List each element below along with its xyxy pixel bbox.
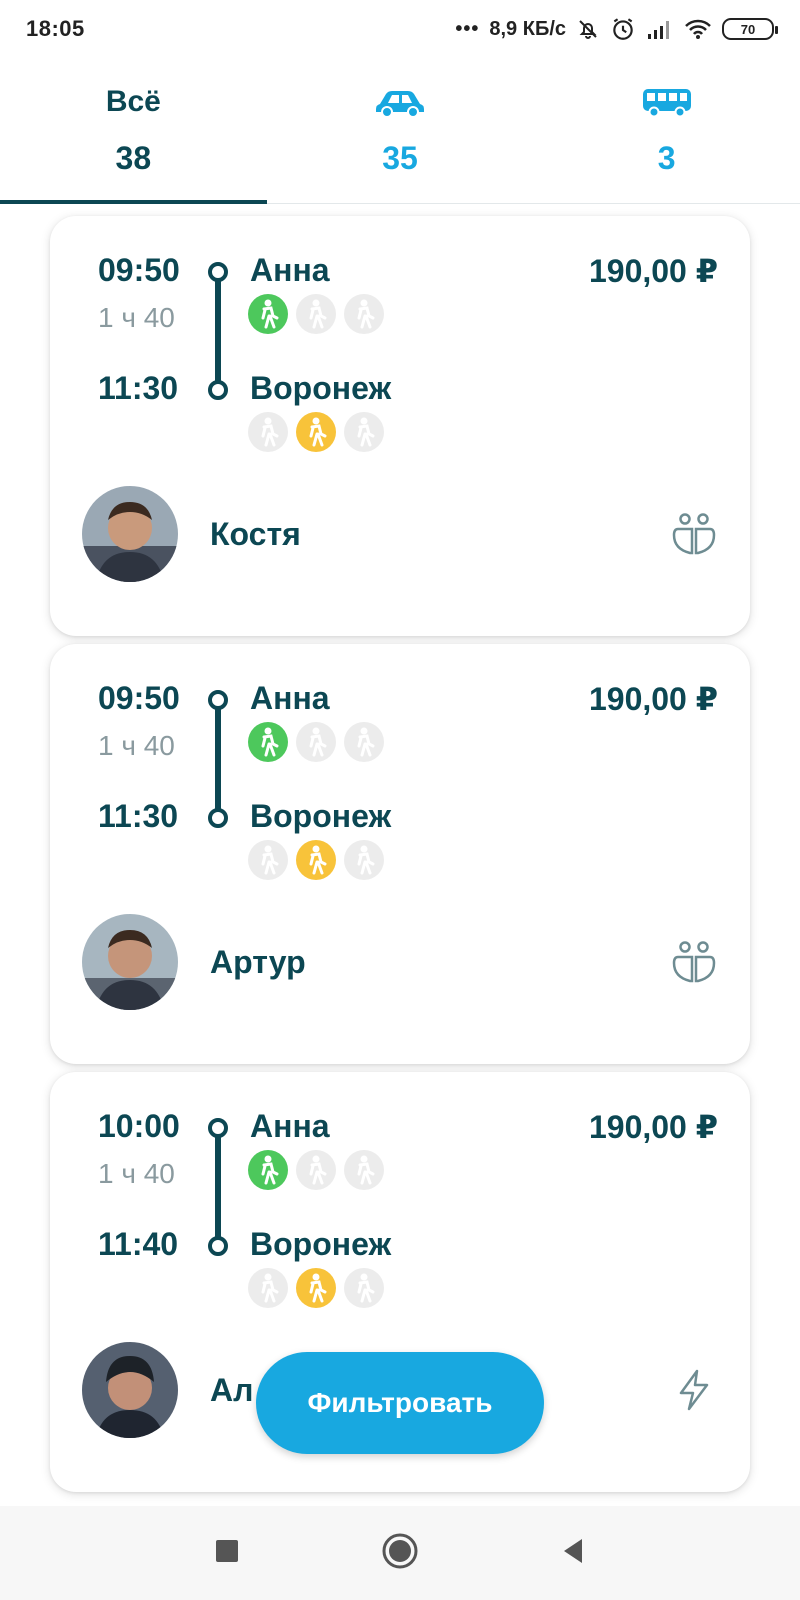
pedestrian-icon: [344, 840, 384, 880]
pedestrian-icon: [248, 840, 288, 880]
route-line: [215, 698, 221, 816]
trip-card[interactable]: 09:50 1 ч 40 11:30 Анна Воронеж 190,00 ₽…: [50, 216, 750, 636]
trip-card[interactable]: 09:50 1 ч 40 11:30 Анна Воронеж 190,00 ₽…: [50, 644, 750, 1064]
wifi-icon: [684, 18, 712, 40]
pedestrian-icon: [344, 1150, 384, 1190]
driver-name: Артур: [210, 944, 306, 980]
to-city: Воронеж: [250, 1226, 392, 1262]
arrival-time: 11:40: [98, 1226, 179, 1262]
home-button[interactable]: [370, 1523, 430, 1583]
departure-time: 10:00: [98, 1108, 180, 1144]
lightning-icon: [670, 1366, 718, 1414]
pedestrian-icon: [248, 412, 288, 452]
from-city: Анна: [250, 680, 330, 716]
mute-bell-icon: [576, 17, 600, 41]
trip-price: 190,00 ₽: [588, 1109, 718, 1145]
tab-bus[interactable]: 3: [533, 62, 800, 203]
trip-duration: 1 ч 40: [98, 730, 175, 761]
pedestrian-icon: [296, 1150, 336, 1190]
tab-car[interactable]: 35: [267, 62, 534, 203]
circle-icon: [381, 1532, 419, 1575]
car-icon: [374, 84, 426, 120]
driver-name: Ал: [210, 1372, 254, 1408]
driver-avatar: [82, 914, 178, 1010]
pedestrian-icon: [296, 840, 336, 880]
to-seats: [248, 412, 384, 452]
to-seats: [248, 840, 384, 880]
battery-icon: 70: [722, 18, 778, 40]
square-icon: [214, 1538, 240, 1569]
pedestrian-icon: [248, 1150, 288, 1190]
route-end-dot: [208, 380, 228, 400]
pedestrian-icon: [248, 294, 288, 334]
two-passengers-icon: [670, 510, 718, 558]
tab-all-label: Всё: [105, 85, 161, 118]
status-time: 18:05: [26, 16, 85, 41]
route-start-dot: [208, 262, 228, 282]
from-city: Анна: [250, 252, 330, 288]
driver-name: Костя: [210, 516, 301, 552]
route-start-dot: [208, 1118, 228, 1138]
tab-car-count: 35: [382, 140, 418, 176]
route-start-dot: [208, 690, 228, 710]
pedestrian-icon: [344, 722, 384, 762]
pedestrian-icon: [296, 1268, 336, 1308]
pedestrian-icon: [296, 412, 336, 452]
bus-icon: [641, 84, 693, 120]
route-line: [215, 270, 221, 388]
signal-icon: [646, 18, 674, 40]
arrival-time: 11:30: [98, 798, 179, 834]
trip-price: 190,00 ₽: [588, 253, 718, 289]
transport-tabs: Всё 38 35 3: [0, 62, 800, 204]
pedestrian-icon: [344, 294, 384, 334]
pedestrian-icon: [296, 294, 336, 334]
driver-avatar: [82, 486, 178, 582]
from-city: Анна: [250, 1108, 330, 1144]
two-passengers-icon: [670, 938, 718, 986]
trip-price: 190,00 ₽: [588, 681, 718, 717]
status-bar: 18:05 ••• 8,9 КБ/с 70: [0, 0, 800, 58]
tab-all[interactable]: Всё 38: [0, 62, 267, 204]
arrival-time: 11:30: [98, 370, 179, 406]
driver-avatar: [82, 1342, 178, 1438]
recent-apps-button[interactable]: [197, 1523, 257, 1583]
route-end-dot: [208, 808, 228, 828]
pedestrian-icon: [296, 722, 336, 762]
departure-time: 09:50: [98, 252, 180, 288]
status-icons: ••• 8,9 КБ/с 70: [455, 16, 778, 42]
to-seats: [248, 1268, 384, 1308]
pedestrian-icon: [344, 1268, 384, 1308]
departure-time: 09:50: [98, 680, 180, 716]
route-end-dot: [208, 1236, 228, 1256]
pedestrian-icon: [248, 1268, 288, 1308]
android-nav-bar: [0, 1506, 800, 1600]
pedestrian-icon: [248, 722, 288, 762]
back-button[interactable]: [543, 1523, 603, 1583]
filter-button[interactable]: Фильтровать: [256, 1352, 544, 1454]
from-seats: [248, 1150, 384, 1190]
trip-list[interactable]: 09:50 1 ч 40 11:30 Анна Воронеж 190,00 ₽…: [0, 206, 800, 1506]
route-line: [215, 1126, 221, 1244]
status-dots: •••: [455, 17, 480, 40]
alarm-icon: [610, 16, 636, 42]
trip-duration: 1 ч 40: [98, 302, 175, 333]
tab-all-count: 38: [115, 140, 152, 176]
to-city: Воронеж: [250, 370, 392, 406]
from-seats: [248, 722, 384, 762]
active-tab-indicator: [0, 200, 267, 204]
to-city: Воронеж: [250, 798, 392, 834]
tab-bus-count: 3: [657, 140, 676, 176]
pedestrian-icon: [344, 412, 384, 452]
from-seats: [248, 294, 384, 334]
trip-duration: 1 ч 40: [98, 1158, 175, 1189]
triangle-back-icon: [560, 1537, 586, 1570]
network-speed: 8,9 КБ/с: [489, 17, 566, 40]
